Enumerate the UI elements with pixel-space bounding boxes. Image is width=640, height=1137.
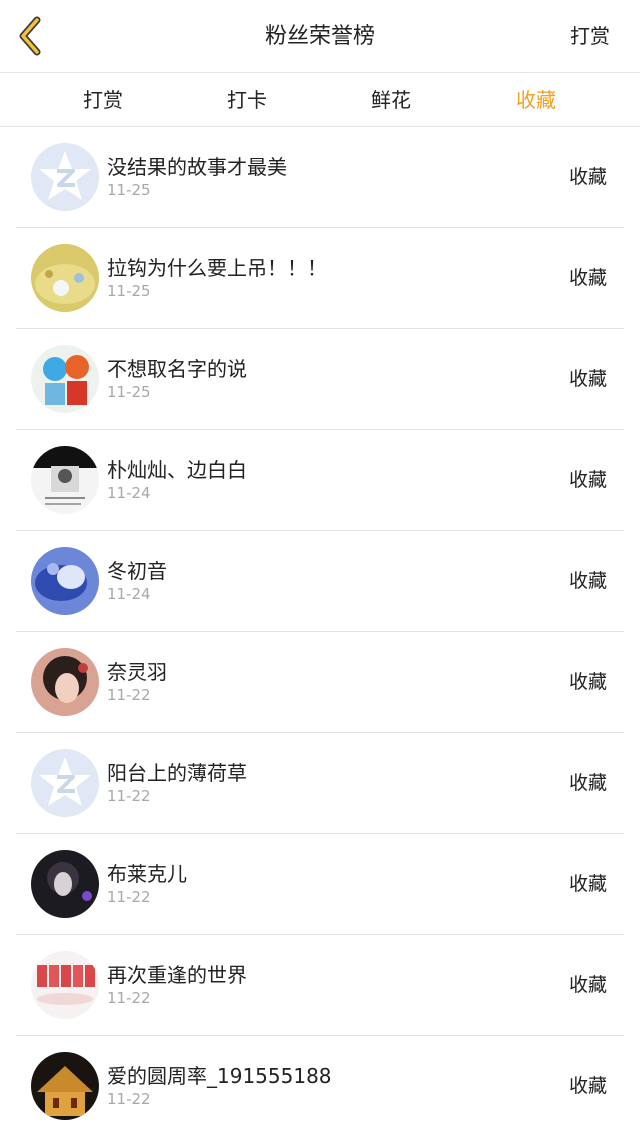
favorite-label: 收藏 — [568, 1075, 607, 1097]
tab-checkin[interactable]: 打卡 — [227, 73, 267, 127]
avatar — [31, 446, 99, 514]
avatar — [31, 850, 99, 918]
list-item[interactable]: 布莱克儿 11-22 收藏 — [16, 834, 624, 935]
avatar — [31, 749, 99, 817]
user-name: 布莱克儿 — [107, 862, 187, 886]
date: 11-22 — [107, 787, 151, 805]
user-name: 拉钩为什么要上吊！！！ — [107, 256, 327, 280]
user-name: 没结果的故事才最美 — [107, 155, 287, 179]
user-name: 奈灵羽 — [107, 660, 167, 684]
favorite-label: 收藏 — [568, 671, 607, 693]
page-title: 粉丝荣誉榜 — [264, 24, 375, 49]
list-item[interactable]: 冬初音 11-24 收藏 — [16, 531, 624, 632]
date: 11-24 — [107, 585, 151, 603]
date: 11-22 — [107, 989, 151, 1007]
tab-bar: 打赏 打卡 鲜花 收藏 — [0, 73, 640, 127]
tab-favorites[interactable]: 收藏 — [516, 73, 556, 127]
list-item[interactable]: 奈灵羽 11-22 收藏 — [16, 632, 624, 733]
avatar — [31, 951, 99, 1019]
favorite-label: 收藏 — [568, 166, 607, 188]
avatar — [31, 547, 99, 615]
date: 11-25 — [107, 282, 151, 300]
list-item[interactable]: 阳台上的薄荷草 11-22 收藏 — [16, 733, 624, 834]
list-item[interactable]: 没结果的故事才最美 11-25 收藏 — [16, 127, 624, 228]
date: 11-22 — [107, 686, 151, 704]
tab-reward[interactable]: 打赏 — [83, 73, 123, 127]
favorite-label: 收藏 — [568, 469, 607, 491]
list-item[interactable]: 朴灿灿、边白白 11-24 收藏 — [16, 430, 624, 531]
date: 11-22 — [107, 1090, 151, 1108]
avatar — [31, 143, 99, 211]
tab-flowers[interactable]: 鲜花 — [371, 73, 411, 127]
user-name: 不想取名字的说 — [107, 357, 247, 381]
list-item[interactable]: 爱的圆周率_191555188 11-22 收藏 — [16, 1036, 624, 1120]
date: 11-24 — [107, 484, 151, 502]
date: 11-22 — [107, 888, 151, 906]
list-item[interactable]: 再次重逢的世界 11-22 收藏 — [16, 935, 624, 1036]
avatar — [31, 345, 99, 413]
date: 11-25 — [107, 181, 151, 199]
avatar — [31, 244, 99, 312]
list-item[interactable]: 拉钩为什么要上吊！！！ 11-25 收藏 — [16, 228, 624, 329]
avatar — [31, 648, 99, 716]
favorite-label: 收藏 — [568, 267, 607, 289]
favorite-label: 收藏 — [568, 772, 607, 794]
favorite-label: 收藏 — [568, 368, 607, 390]
favorite-label: 收藏 — [568, 873, 607, 895]
nav-bar: 粉丝荣誉榜 打赏 — [0, 0, 640, 73]
date: 11-25 — [107, 383, 151, 401]
user-name: 爱的圆周率_191555188 — [107, 1064, 332, 1088]
user-name: 再次重逢的世界 — [107, 963, 247, 987]
favorite-label: 收藏 — [568, 974, 607, 996]
user-name: 阳台上的薄荷草 — [107, 761, 247, 785]
list-item[interactable]: 不想取名字的说 11-25 收藏 — [16, 329, 624, 430]
reward-button[interactable]: 打赏 — [570, 0, 610, 73]
avatar — [31, 1052, 99, 1120]
user-name: 朴灿灿、边白白 — [107, 458, 247, 482]
favorite-label: 收藏 — [568, 570, 607, 592]
user-name: 冬初音 — [107, 559, 167, 583]
